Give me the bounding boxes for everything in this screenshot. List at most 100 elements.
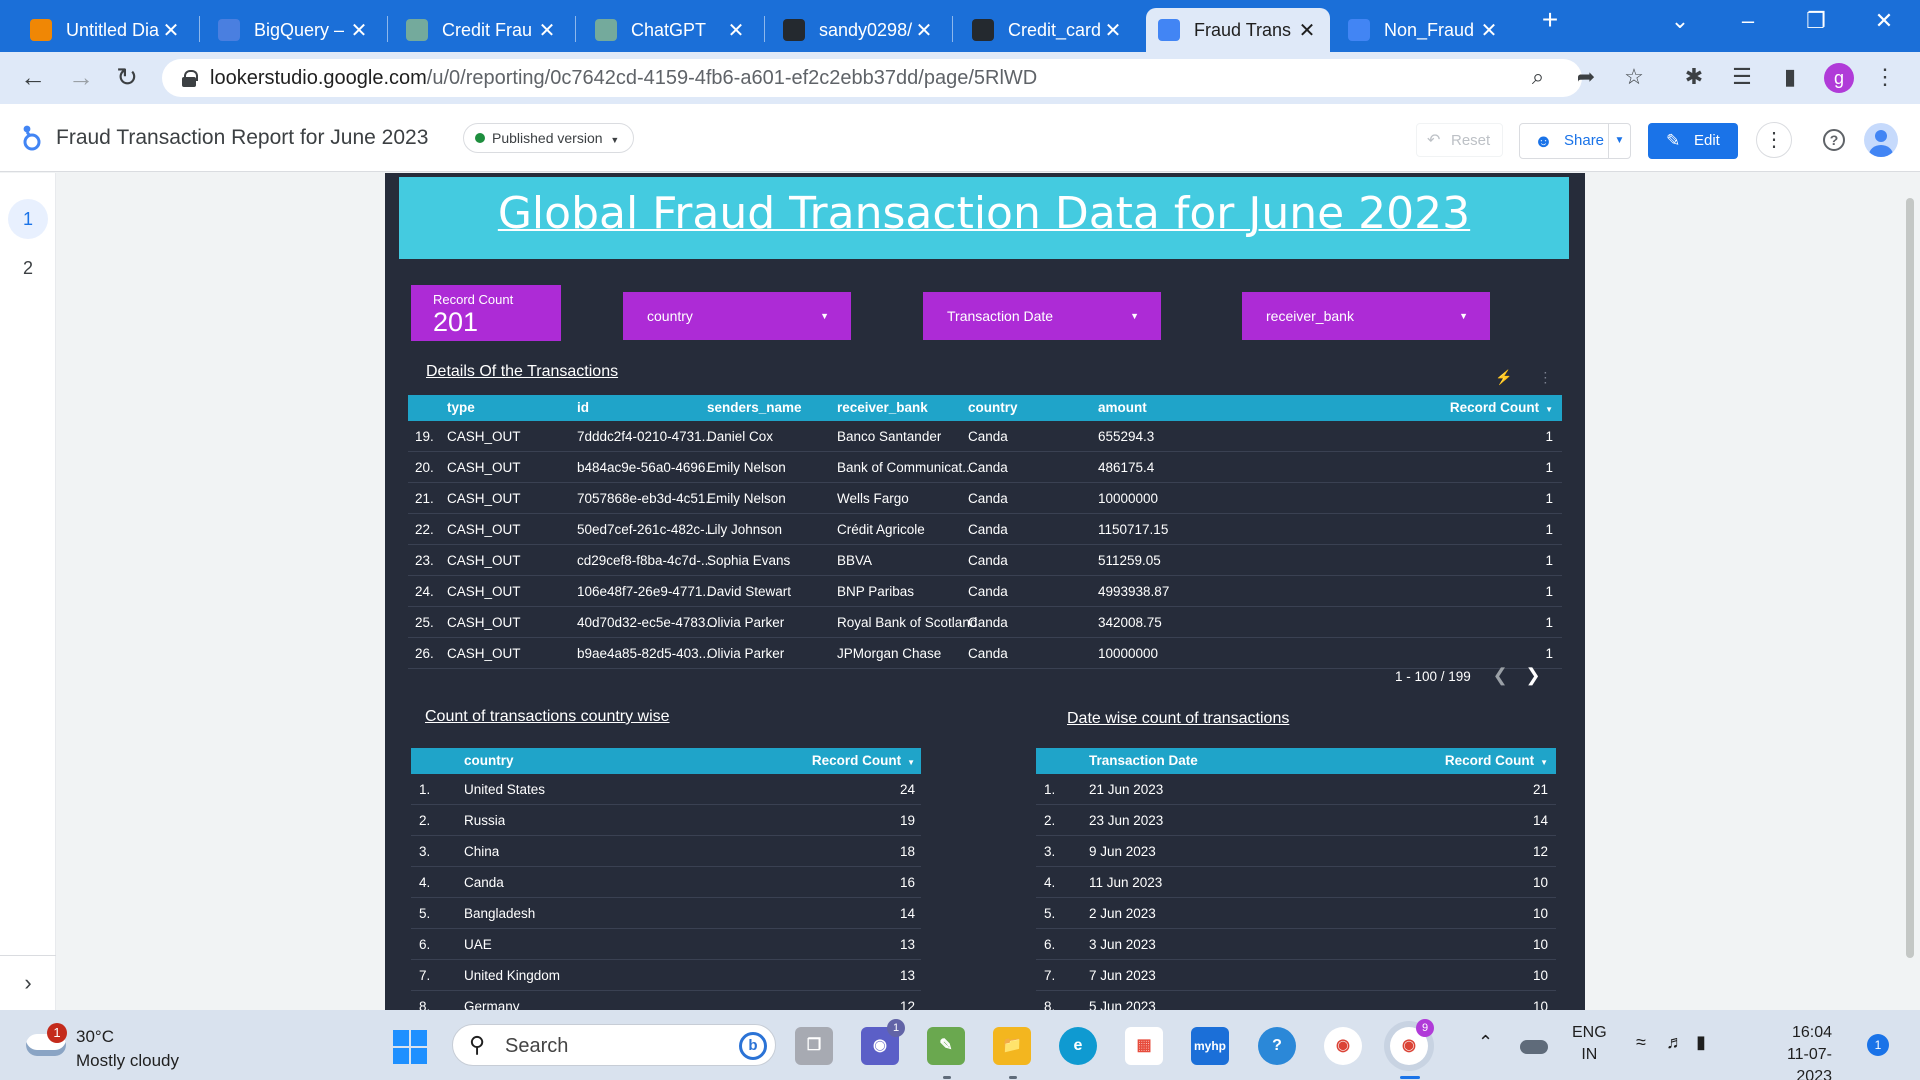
table-row[interactable]: 6. UAE 13 [411,929,921,960]
sort-descending-icon[interactable]: ▼ [1545,405,1553,414]
close-tab-icon[interactable]: ✕ [1296,18,1318,43]
tab-search-icon[interactable]: ⌄ [1660,8,1700,34]
microsoft-store-icon[interactable]: ▦ [1125,1027,1163,1065]
show-hidden-icons-icon[interactable]: ⌃ [1478,1032,1493,1053]
myhp-icon[interactable]: myhp [1191,1027,1229,1065]
wifi-icon[interactable]: ≈ [1636,1032,1646,1053]
help-icon[interactable]: ? [1823,129,1845,151]
browser-tab[interactable]: sandy0298/✕ [771,8,947,52]
table-row[interactable]: 7. 7 Jun 2023 10 [1036,960,1556,991]
quick-action-icon[interactable]: ⚡ [1495,369,1512,385]
transaction-date-filter[interactable]: Transaction Date ▼ [923,292,1161,340]
notepad-app-icon[interactable]: ✎ [927,1027,965,1065]
table-row[interactable]: 6. 3 Jun 2023 10 [1036,929,1556,960]
close-tab-icon[interactable]: ✕ [160,18,182,43]
task-view-icon[interactable]: ❐ [795,1027,833,1065]
get-help-icon[interactable]: ? [1258,1027,1296,1065]
sort-descending-icon[interactable]: ▼ [907,758,915,767]
teams-icon[interactable]: ◉ 1 [861,1019,905,1065]
close-tab-icon[interactable]: ✕ [348,18,370,43]
browser-tab[interactable]: Credit Frau ✕ [394,8,570,52]
table-row[interactable]: 3. China 18 [411,836,921,867]
sort-descending-icon[interactable]: ▼ [1540,758,1548,767]
table-row[interactable]: 2. Russia 19 [411,805,921,836]
extensions-icon[interactable]: ✱ [1679,64,1709,90]
language-indicator[interactable]: ENG IN [1572,1022,1607,1066]
table-row[interactable]: 4. 11 Jun 2023 10 [1036,867,1556,898]
table-row[interactable]: 20. CASH_OUT b484ac9e-56a0-4696... Emily Ne… [408,452,1562,483]
file-explorer-icon[interactable]: 📁 [993,1027,1031,1065]
table-row[interactable]: 25. CASH_OUT 40d70d32-ec5e-4783... Olivia P… [408,607,1562,638]
next-page-icon[interactable]: ❯ [1525,665,1540,685]
column-header[interactable]: country [968,395,1018,421]
browser-menu-icon[interactable]: ⋮ [1870,64,1900,90]
new-tab-icon[interactable]: + [1530,4,1570,36]
browser-tab[interactable]: BigQuery – ✕ [206,8,382,52]
share-dropdown-icon[interactable]: ▼ [1608,124,1630,158]
column-header[interactable]: receiver_bank [837,395,928,421]
page-scrollbar[interactable] [1906,198,1914,958]
table-row[interactable]: 19. CASH_OUT 7dddc2f4-0210-4731... Daniel C… [408,421,1562,452]
browser-tab[interactable]: Credit_card ✕ [960,8,1136,52]
share-page-icon[interactable]: ➦ [1571,64,1601,90]
table-row[interactable]: 8. Germany 12 [411,991,921,1010]
table-row[interactable]: 5. 2 Jun 2023 10 [1036,898,1556,929]
notification-badge[interactable]: 1 [1867,1034,1889,1056]
record-count-scorecard[interactable]: Record Count 201 [411,285,561,341]
close-tab-icon[interactable]: ✕ [1102,18,1124,43]
column-header[interactable]: Record Count ▼ [812,748,915,776]
clock[interactable]: 16:04 11-07-2023 [1752,1022,1832,1080]
reading-list-icon[interactable]: ☰ [1727,64,1757,90]
column-header[interactable]: amount [1098,395,1147,421]
restore-icon[interactable]: ❐ [1796,8,1836,34]
share-button[interactable]: ☻ Share ▼ [1519,123,1631,159]
table-row[interactable]: 1. United States 24 [411,774,921,805]
edit-button[interactable]: ✎ Edit [1648,123,1738,159]
receiver-bank-filter[interactable]: receiver_bank ▼ [1242,292,1490,340]
address-bar[interactable]: lookerstudio.google.com/u/0/reporting/0c… [162,59,1582,97]
column-header[interactable]: id [577,395,589,421]
close-tab-icon[interactable]: ✕ [725,18,747,43]
chrome-profile-icon[interactable]: ◉ 9 [1390,1019,1434,1065]
table-row[interactable]: 5. Bangladesh 14 [411,898,921,929]
onedrive-icon[interactable] [1520,1040,1548,1054]
looker-studio-icon[interactable] [18,124,44,152]
table-row[interactable]: 21. CASH_OUT 7057868e-eb3d-4c51... Emily Ne… [408,483,1562,514]
browser-tab[interactable]: Fraud Trans ✕ [1146,8,1330,52]
minimize-icon[interactable]: – [1728,8,1768,34]
table-row[interactable]: 26. CASH_OUT b9ae4a85-82d5-403... Olivia Pa… [408,638,1562,669]
browser-tab[interactable]: Non_Fraud ✕ [1336,8,1512,52]
report-title[interactable]: Fraud Transaction Report for June 2023 [56,126,428,150]
edge-icon[interactable]: e [1059,1027,1097,1065]
version-chip[interactable]: Published version ▼ [463,123,635,153]
zoom-icon[interactable]: ⌕ [1523,64,1553,90]
windows-start-icon[interactable] [393,1030,427,1064]
table-row[interactable]: 23. CASH_OUT cd29cef8-f8ba-4c7d-... Sophia … [408,545,1562,576]
reload-icon[interactable]: ↻ [110,62,144,93]
close-tab-icon[interactable]: ✕ [913,18,935,43]
table-row[interactable]: 3. 9 Jun 2023 12 [1036,836,1556,867]
chart-menu-icon[interactable]: ⋮ [1538,369,1552,385]
back-icon[interactable]: ← [16,62,50,93]
side-panel-icon[interactable]: ▮ [1775,64,1805,90]
bookmark-star-icon[interactable]: ☆ [1619,64,1649,90]
browser-tab[interactable]: Untitled Dia ✕ [18,8,194,52]
browser-tab[interactable]: ChatGPT ✕ [583,8,759,52]
volume-icon[interactable]: ♬ [1666,1032,1684,1053]
reset-button[interactable]: ↶ Reset [1416,123,1504,157]
weather-widget[interactable]: 1 30°C Mostly cloudy [26,1020,226,1070]
account-avatar[interactable] [1864,123,1898,157]
battery-icon[interactable]: ▮ [1696,1032,1706,1053]
more-options-icon[interactable]: ⋮ [1756,122,1792,158]
country-filter[interactable]: country ▼ [623,292,851,340]
column-header[interactable]: Transaction Date [1089,748,1198,774]
table-row[interactable]: 7. United Kingdom 13 [411,960,921,991]
table-row[interactable]: 1. 21 Jun 2023 21 [1036,774,1556,805]
chrome-icon[interactable]: ◉ [1324,1027,1362,1065]
column-header[interactable]: senders_name [707,395,802,421]
page-item-2[interactable]: 2 [8,248,48,288]
taskbar-search[interactable]: ⚲ Search b [452,1024,776,1066]
close-window-icon[interactable]: ✕ [1864,8,1904,34]
table-row[interactable]: 4. Canda 16 [411,867,921,898]
close-tab-icon[interactable]: ✕ [1478,18,1500,43]
